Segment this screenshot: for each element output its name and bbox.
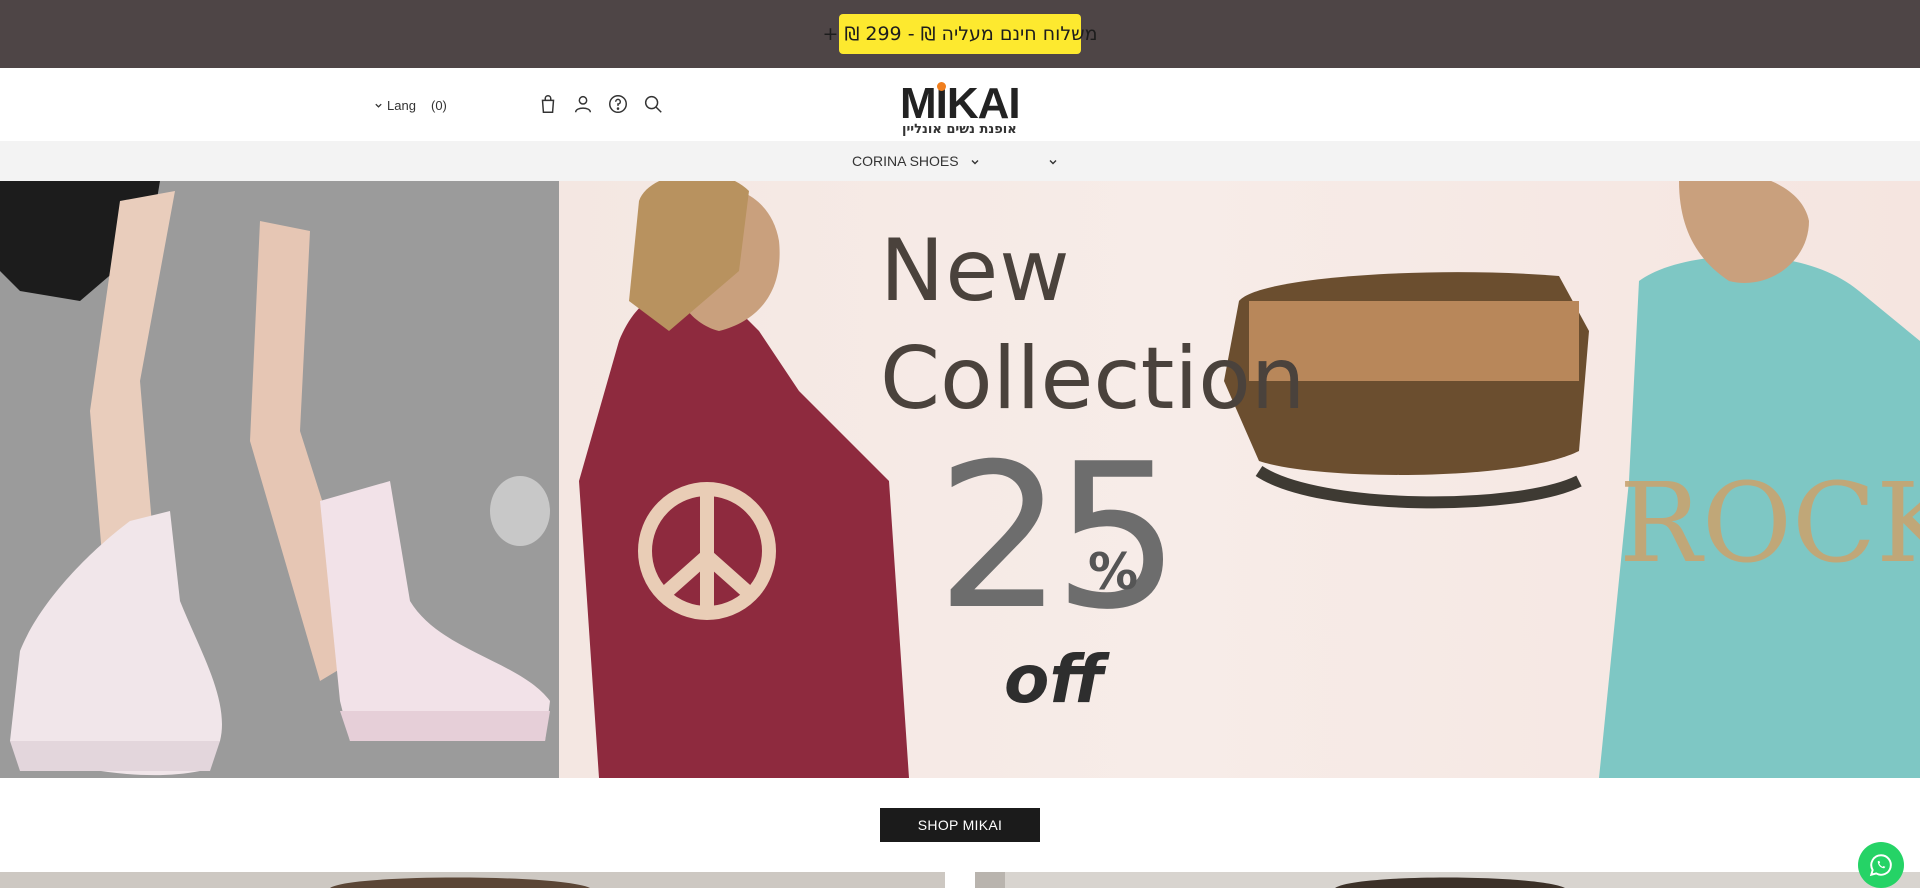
collection-illustration: ROCK	[579, 181, 1920, 778]
logo-wordmark: MIKAI	[900, 79, 1021, 128]
hero-off-label: off	[1004, 641, 1105, 718]
chevron-down-icon[interactable]	[970, 157, 980, 167]
nav-item-corina-shoes[interactable]: CORINA SHOES	[852, 153, 959, 169]
help-icon[interactable]	[607, 93, 629, 115]
category-card-left[interactable]	[0, 872, 945, 888]
whatsapp-icon	[1869, 854, 1892, 877]
chevron-down-icon[interactable]	[1048, 157, 1058, 167]
chevron-down-icon	[375, 103, 382, 108]
category-card-right[interactable]	[975, 872, 1920, 888]
hero-banner[interactable]: ROCK New Collection 25 % off	[0, 181, 1920, 778]
main-nav: CORINA SHOES	[0, 141, 1920, 181]
logo-dot	[937, 82, 946, 91]
whatsapp-chat-button[interactable]	[1858, 842, 1904, 888]
bag-icon[interactable]	[537, 93, 559, 115]
hero-boots-image	[0, 181, 559, 778]
hero-headline-collection: Collection	[880, 329, 1306, 429]
user-icon[interactable]	[572, 93, 594, 115]
language-label: Lang	[387, 98, 416, 113]
announcement-bar: + ₪ 299 - ₪ משלוח חינם מעליה	[0, 0, 1920, 68]
site-logo[interactable]: MIKAI אופנת נשים אונליין	[900, 76, 1021, 138]
site-header: Lang (0) MIKAI אופנת נשים אונליין	[0, 68, 1920, 141]
card-left-image	[0, 872, 945, 888]
shop-mikai-button[interactable]: SHOP MIKAI	[880, 808, 1040, 842]
hero-discount-number: 25	[936, 421, 1180, 654]
svg-text:ROCK: ROCK	[1619, 459, 1920, 587]
card-right-image	[975, 872, 1920, 888]
search-icon[interactable]	[642, 93, 664, 115]
cart-count[interactable]: (0)	[431, 98, 447, 113]
shipping-promo-pill[interactable]: + ₪ 299 - ₪ משלוח חינם מעליה	[822, 14, 1098, 54]
boots-illustration	[0, 181, 559, 778]
logo-tagline: אופנת נשים אונליין	[902, 122, 1017, 137]
hero-percent-sign: %	[1088, 543, 1139, 601]
language-selector[interactable]: Lang	[374, 98, 416, 113]
hero-collection-image: ROCK New Collection 25 % off	[559, 181, 1920, 778]
hero-headline-new: New	[880, 221, 1071, 321]
